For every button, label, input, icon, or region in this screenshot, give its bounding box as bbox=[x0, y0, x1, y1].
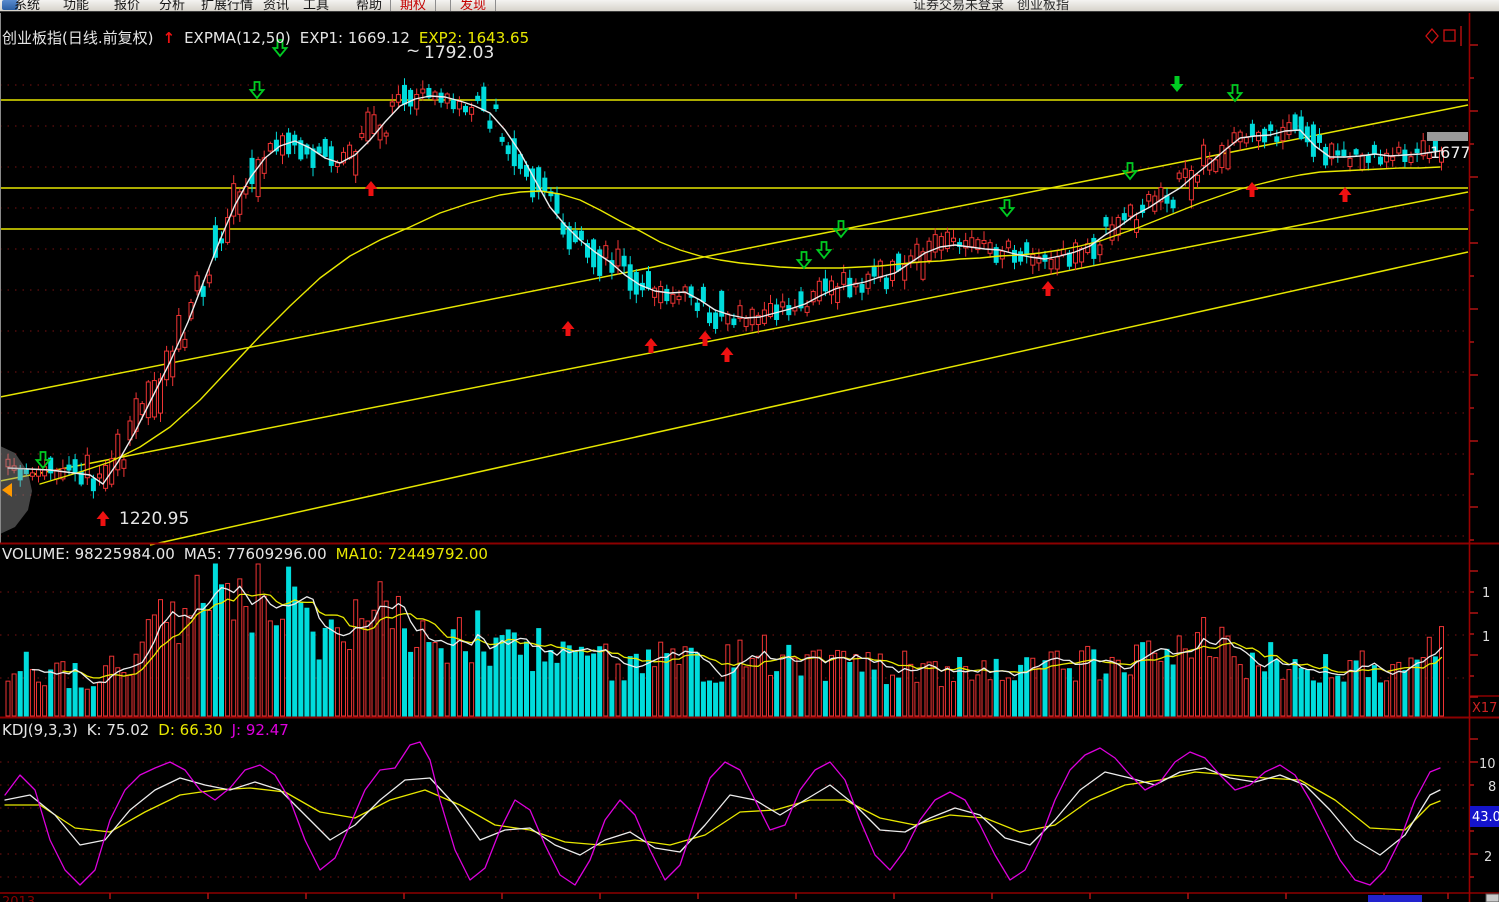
axis-label-column: 1 1 X17 10 8 43.0 2 bbox=[1470, 586, 1499, 865]
volume-bars bbox=[6, 564, 1444, 716]
sell-arrow-hollow-icon bbox=[835, 221, 848, 237]
horizontal-level-lines bbox=[0, 100, 1468, 229]
buy-arrow-icon bbox=[97, 511, 110, 526]
kdj-d-value: D: 66.30 bbox=[158, 721, 222, 739]
trading-app-window: ~1792.031220.95167711X1710843.022013 证券交… bbox=[0, 0, 1499, 902]
volume-pane-header: VOLUME: 98225984.00 MA5: 77609296.00 MA10:… bbox=[2, 545, 497, 563]
diamond-tool-icon[interactable] bbox=[1426, 29, 1438, 43]
corner-button[interactable] bbox=[1486, 894, 1499, 902]
current-date-highlight bbox=[1368, 895, 1422, 902]
sell-arrow-hollow-icon bbox=[1124, 163, 1137, 179]
svg-text:1: 1 bbox=[1482, 586, 1490, 601]
exp1-line bbox=[8, 96, 1440, 484]
svg-text:8: 8 bbox=[1488, 780, 1496, 795]
chart-title: 创业板指(日线.前复权) bbox=[2, 29, 153, 47]
volume-ma10-value: MA10: 72449792.00 bbox=[336, 545, 488, 563]
chart-canvas[interactable]: ~1792.031220.95167711X1710843.022013 bbox=[0, 0, 1499, 902]
sell-arrow-hollow-icon bbox=[818, 242, 831, 258]
menu-item-4[interactable]: 扩展行情 bbox=[201, 0, 253, 12]
volume-value: VOLUME: 98225984.00 bbox=[2, 545, 175, 563]
svg-text:X17: X17 bbox=[1472, 701, 1497, 716]
kdj-gridlines bbox=[0, 762, 1468, 877]
menu-item-7[interactable]: 帮助 bbox=[356, 0, 382, 12]
exp2-value: EXP2: 1643.65 bbox=[419, 29, 529, 47]
svg-text:43.0: 43.0 bbox=[1472, 810, 1499, 825]
indicator-name[interactable]: EXPMA(12,50) bbox=[184, 29, 291, 47]
last-price-bar bbox=[1427, 132, 1468, 141]
buy-arrow-icon bbox=[365, 181, 378, 196]
buy-arrow-icon bbox=[562, 321, 575, 336]
menu-item-red-0[interactable]: 期权 bbox=[390, 0, 436, 12]
left-scroll-overlay bbox=[0, 446, 32, 534]
svg-text:1: 1 bbox=[1482, 630, 1490, 645]
sell-arrow-solid-icon bbox=[1171, 76, 1184, 92]
exp1-value: EXP1: 1669.12 bbox=[300, 29, 410, 47]
window-tool-icon[interactable] bbox=[1444, 30, 1455, 41]
kdj-j-value: J: 92.47 bbox=[232, 721, 289, 739]
date-axis: 2013 bbox=[2, 894, 1499, 902]
kdj-k-value: K: 75.02 bbox=[87, 721, 150, 739]
sell-arrow-hollow-icon bbox=[798, 252, 811, 268]
buy-arrow-icon bbox=[1339, 187, 1352, 202]
volume-ma5-value: MA5: 77609296.00 bbox=[184, 545, 327, 563]
kdj-j-line bbox=[5, 742, 1440, 885]
signal-markers bbox=[37, 40, 1352, 526]
menu-item-1[interactable]: 功能 bbox=[63, 0, 89, 12]
up-arrow-icon: ↑ bbox=[162, 29, 175, 47]
kdj-indicator-name[interactable]: KDJ(9,3,3) bbox=[2, 721, 78, 739]
exp2-line bbox=[40, 167, 1440, 484]
sell-arrow-hollow-icon bbox=[1229, 85, 1242, 101]
login-status-text: 证券交易未登录 创业板指 bbox=[913, 0, 1069, 12]
main-chart-header: 创业板指(日线.前复权) ↑ EXPMA(12,50) EXP1: 1669.12 EX… bbox=[2, 27, 538, 48]
svg-text:10: 10 bbox=[1479, 757, 1496, 772]
kdj-pane-header: KDJ(9,3,3) K: 75.02 D: 66.30 J: 92.47 bbox=[2, 721, 298, 739]
menu-item-3[interactable]: 分析 bbox=[159, 0, 185, 12]
menu-item-0[interactable]: 系统 bbox=[14, 0, 40, 12]
svg-text:2: 2 bbox=[1484, 850, 1492, 865]
menu-item-5[interactable]: 资讯 bbox=[263, 0, 289, 12]
axis-ticks bbox=[110, 45, 1478, 899]
buy-arrow-icon bbox=[645, 338, 658, 353]
menu-item-6[interactable]: 工具 bbox=[303, 0, 329, 12]
buy-arrow-icon bbox=[721, 347, 734, 362]
price-annotations: ~1792.031220.951677 bbox=[119, 41, 1471, 529]
main-gridlines bbox=[0, 85, 1468, 536]
pane-frame bbox=[0, 13, 1499, 902]
candlestick-series bbox=[6, 78, 1444, 498]
svg-text:2013: 2013 bbox=[2, 895, 35, 902]
svg-text:1220.95: 1220.95 bbox=[119, 509, 189, 529]
sell-arrow-hollow-icon bbox=[1001, 200, 1014, 216]
menu-bar: 证券交易未登录 创业板指 系统 功能 报价 分析 扩展行情资讯 工具 帮助期权 发现 bbox=[0, 0, 1499, 12]
svg-text:1677: 1677 bbox=[1430, 143, 1471, 162]
menu-item-red-1[interactable]: 发现 bbox=[450, 0, 496, 12]
chart-corner-icons bbox=[1426, 26, 1461, 46]
sell-arrow-hollow-icon bbox=[251, 82, 264, 98]
kdj-k-line bbox=[5, 768, 1440, 855]
buy-arrow-icon bbox=[1042, 281, 1055, 296]
menu-item-2[interactable]: 报价 bbox=[114, 0, 140, 12]
kdj-d-line bbox=[5, 772, 1440, 845]
